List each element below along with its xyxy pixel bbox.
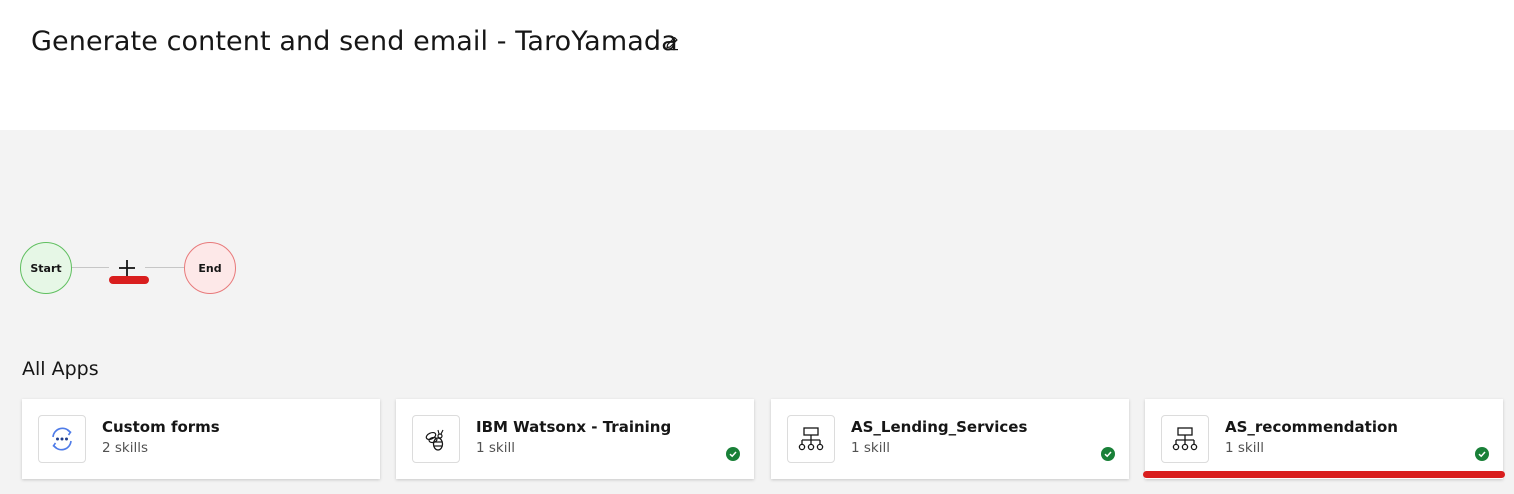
hierarchy-icon bbox=[787, 415, 835, 463]
connector-add-end bbox=[145, 267, 184, 268]
section-title: All Apps bbox=[22, 358, 99, 380]
page-title: Generate content and send email - TaroYa… bbox=[31, 26, 678, 57]
bee-icon bbox=[412, 415, 460, 463]
connected-check-icon bbox=[726, 447, 740, 461]
connected-check-icon bbox=[1475, 447, 1489, 461]
app-card-skill-count: 1 skill bbox=[476, 440, 515, 456]
start-node-label: Start bbox=[30, 261, 62, 275]
start-node[interactable]: Start bbox=[20, 242, 72, 294]
app-card-skill-count: 1 skill bbox=[851, 440, 890, 456]
app-card-skill-count: 2 skills bbox=[102, 440, 149, 456]
connector-start-add bbox=[71, 267, 109, 268]
end-node[interactable]: End bbox=[184, 242, 236, 294]
app-card-title: AS_recommendation bbox=[1225, 418, 1398, 436]
connected-check-icon bbox=[1101, 447, 1115, 461]
app-card-title: AS_Lending_Services bbox=[851, 418, 1028, 436]
plus-icon bbox=[119, 260, 135, 276]
flow-canvas: Start End All Apps Custom forms 2 skills bbox=[0, 130, 1514, 494]
app-card-title: IBM Watsonx - Training bbox=[476, 418, 672, 436]
edit-title-button[interactable] bbox=[662, 33, 682, 53]
app-card-as-lending-services[interactable]: AS_Lending_Services 1 skill bbox=[771, 399, 1129, 479]
end-node-label: End bbox=[198, 261, 222, 275]
app-card-skill-count: 1 skill bbox=[1225, 440, 1264, 456]
custom-forms-icon bbox=[38, 415, 86, 463]
add-step-highlight bbox=[109, 276, 149, 284]
app-card-highlight bbox=[1143, 471, 1505, 478]
pencil-icon bbox=[666, 37, 678, 51]
app-card-title: Custom forms bbox=[102, 418, 220, 436]
app-card-ibm-watsonx-training[interactable]: IBM Watsonx - Training 1 skill bbox=[396, 399, 754, 479]
page-header: Generate content and send email - TaroYa… bbox=[0, 0, 1514, 130]
hierarchy-icon bbox=[1161, 415, 1209, 463]
app-card-as-recommendation[interactable]: AS_recommendation 1 skill bbox=[1145, 399, 1503, 479]
app-card-custom-forms[interactable]: Custom forms 2 skills bbox=[22, 399, 380, 479]
